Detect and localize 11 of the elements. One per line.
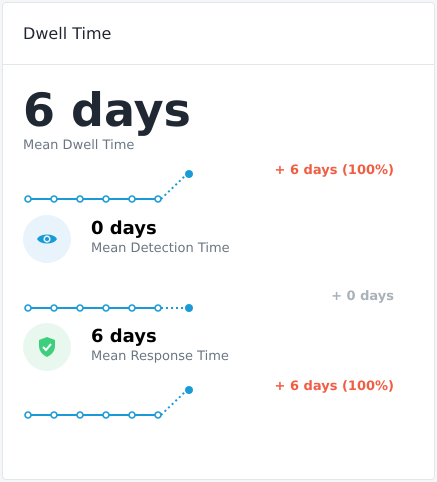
change-text: + 6 days (100%) <box>274 162 394 180</box>
change-text: + 0 days <box>331 288 394 306</box>
metric-value: 6 days <box>91 327 158 348</box>
change-text: + 6 days (100%) <box>274 378 394 396</box>
shield-check-icon <box>38 336 56 358</box>
metric-label: Mean Dwell Time <box>23 136 136 155</box>
metric-label: Mean Response Time <box>91 348 229 366</box>
metric-value: 0 days <box>91 219 158 240</box>
card-title: Dwell Time <box>23 22 112 44</box>
metric-label: Mean Detection Time <box>91 240 230 258</box>
dwell-value: 6 days <box>23 85 192 136</box>
